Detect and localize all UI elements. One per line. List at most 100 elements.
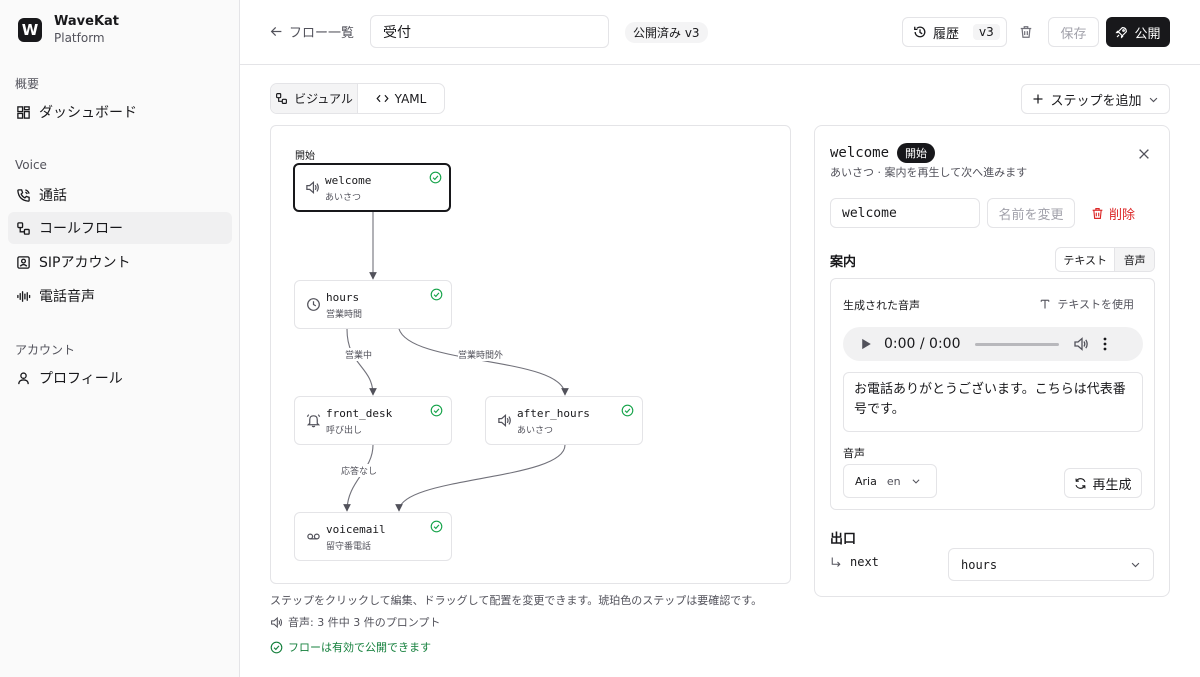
prompt-section-title: 案内 [830,255,857,270]
validation-status: フローは有効で公開できます [270,639,431,655]
use-text-button[interactable]: テキストを使用 [1039,296,1134,312]
publish-label: 公開 [1134,26,1161,42]
flow-node-voicemail[interactable]: voicemail 留守番電話 [294,512,452,561]
add-step-label: ステップを追加 [1050,93,1142,109]
back-link-label: フロー一覧 [289,26,355,41]
contact-icon [17,255,30,269]
publish-button[interactable]: 公開 [1106,17,1170,47]
flow-node-after-hours[interactable]: after_hours あいさつ [485,396,643,445]
save-button[interactable]: 保存 [1048,17,1099,47]
voice-name: Aria [855,474,877,488]
node-name: after_hours [517,407,590,420]
user-icon [18,371,29,384]
prompt-mode-toggle: テキスト 音声 [1055,247,1155,272]
flow-node-front-desk[interactable]: front_desk 呼び出し [294,396,452,445]
sidebar-item-label: コールフロー [39,221,123,237]
panel-description: あいさつ · 案内を再生して次へ進みます [830,166,1028,179]
edge-after-hours-voicemail [395,444,566,512]
tts-text-area[interactable]: お電話ありがとうございます。こちらは代表番号です。 [843,372,1143,432]
speaker-icon [306,181,319,194]
node-name: voicemail [326,523,386,536]
history-icon [914,26,926,38]
nav-section-account: アカウント [15,343,76,357]
brand-logo: W [18,18,42,42]
rename-button[interactable]: 名前を変更 [987,198,1075,228]
tab-text[interactable]: テキスト [1056,248,1116,271]
rocket-icon [1115,26,1128,39]
back-to-flows-link[interactable]: フロー一覧 [270,22,354,41]
generated-audio-label: 生成された音声 [843,299,920,312]
flow-node-hours[interactable]: hours 営業時間 [294,280,452,329]
speaker-icon [498,414,511,427]
more-vertical-icon[interactable] [1103,337,1107,351]
step-detail-panel: welcome 開始 あいさつ · 案内を再生して次へ進みます 名前を変更 削除… [814,125,1170,597]
check-circle-icon [270,641,283,653]
brand[interactable]: W WaveKat Platform [18,14,119,46]
volume-icon[interactable] [1073,336,1089,352]
edge-front-desk-voicemail [343,444,374,512]
flow-node-welcome[interactable]: welcome あいさつ [293,163,451,212]
node-type: あいさつ [325,193,362,203]
bell-icon [306,414,321,428]
check-circle-icon [430,404,443,417]
edge-hours-after-hours [398,328,569,396]
add-step-button[interactable]: ステップを追加 [1021,84,1170,114]
prompt-box: 生成された音声 テキストを使用 0:00 / 0:00 お電話ありがとうございま… [830,278,1155,510]
chevron-down-icon [1149,97,1157,102]
text-icon [1041,299,1050,309]
check-circle-icon [430,288,443,301]
check-circle-icon [429,171,442,184]
delete-flow-button[interactable] [1016,22,1036,42]
sidebar-item-profile[interactable]: プロフィール [8,362,232,394]
regenerate-button[interactable]: 再生成 [1064,468,1142,498]
sidebar-item-sip-accounts[interactable]: SIPアカウント [8,246,232,278]
history-button[interactable]: 履歴 v3 [902,17,1007,47]
edge-hours-front-desk [346,328,377,396]
tab-visual-label: ビジュアル [294,92,353,106]
regenerate-label: 再生成 [1092,477,1132,493]
workflow-icon [17,221,30,235]
delete-step-button[interactable]: 削除 [1091,198,1135,228]
sidebar-item-phone-voices[interactable]: 電話音声 [8,280,232,312]
start-badge: 開始 [897,143,936,163]
voice-select[interactable]: Aria en [843,464,937,498]
exit-target-select[interactable]: hours [948,548,1154,581]
node-name: welcome [325,174,372,187]
close-icon[interactable] [1137,147,1151,161]
canvas-hint: ステップをクリックして編集、ドラッグして配置を変更できます。琥珀色のステップは要… [270,594,763,607]
trash-icon [1092,207,1103,219]
history-version-badge: v3 [973,24,1000,40]
waveform-icon [17,290,31,302]
tab-yaml[interactable]: YAML [358,84,444,113]
tab-audio[interactable]: 音声 [1115,248,1154,271]
node-name: hours [326,291,360,304]
voice-lang: en [886,474,901,488]
tab-visual[interactable]: ビジュアル [271,84,358,113]
edge-label-closed: 営業時間外 [458,348,504,361]
node-type: 呼び出し [326,426,363,436]
chevron-down-icon [912,479,920,484]
sidebar-item-label: SIPアカウント [39,255,131,271]
play-icon[interactable] [861,338,872,350]
trash-icon [1020,26,1032,38]
sidebar-item-label: 電話音声 [39,289,95,305]
voicemail-icon [307,533,320,540]
exit-name: next [850,555,879,569]
step-name-input[interactable] [830,198,980,228]
panel-step-name: welcome [830,145,890,161]
brand-name: WaveKat [54,14,119,29]
phone-icon [17,188,30,202]
sidebar-item-callflows[interactable]: コールフロー [8,212,232,244]
sidebar-item-calls[interactable]: 通話 [8,179,232,211]
sidebar: W WaveKat Platform 概要 ダッシュボード Voice 通話 コ… [0,0,240,677]
audio-seek-bar[interactable] [974,342,1059,346]
history-label: 履歴 [933,26,960,42]
panel-title: welcome 開始 [830,143,936,163]
use-text-label: テキストを使用 [1057,298,1134,311]
flow-name-input[interactable] [370,15,609,48]
topbar: フロー一覧 公開済み v3 履歴 v3 保存 公開 [240,0,1200,65]
delete-step-label: 削除 [1109,207,1136,223]
node-type: 営業時間 [326,310,363,320]
sidebar-item-dashboard[interactable]: ダッシュボード [8,96,232,128]
flow-canvas[interactable]: 開始 welcome あいさつ hours 営業時間 front_desk 呼び… [270,125,791,584]
